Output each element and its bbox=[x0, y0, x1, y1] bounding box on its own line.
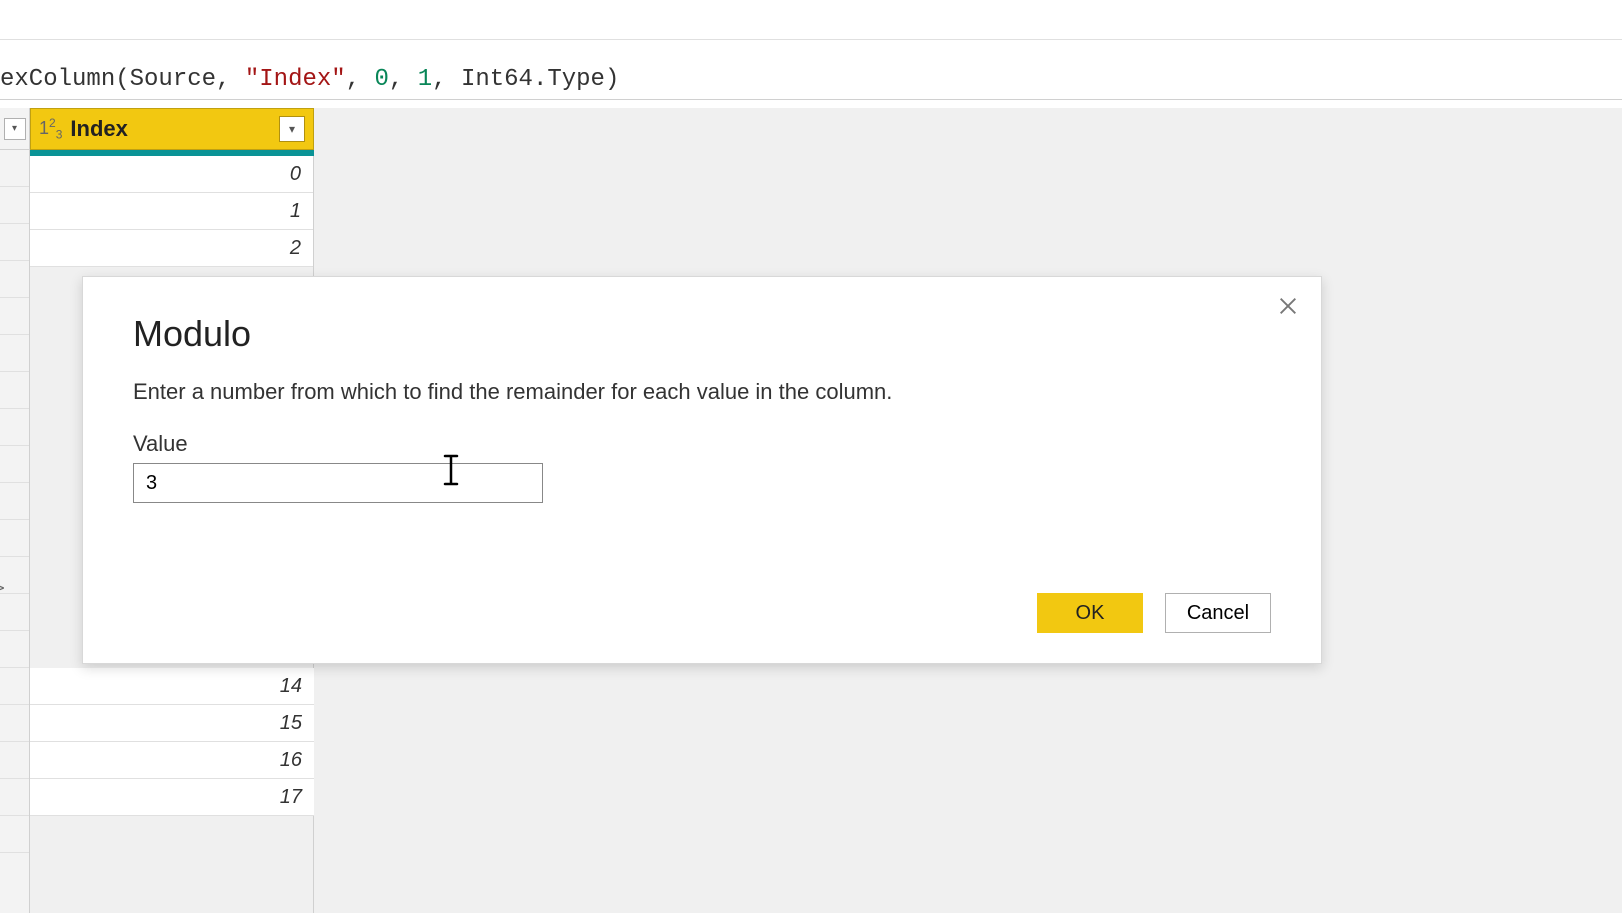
modulo-dialog: Modulo Enter a number from which to find… bbox=[82, 276, 1322, 664]
row-gutter bbox=[0, 483, 29, 520]
row-gutter bbox=[0, 372, 29, 409]
row-gutter bbox=[0, 816, 29, 853]
formula-bar[interactable]: exColumn(Source, "Index", 0, 1, Int64.Ty… bbox=[0, 58, 1622, 100]
number-type-icon: 123 bbox=[39, 116, 62, 142]
data-cell[interactable]: 1 bbox=[30, 193, 313, 230]
row-arrow-icon: > bbox=[0, 578, 5, 597]
column-header-index[interactable]: 123 Index ▾ bbox=[30, 108, 314, 150]
row-gutter bbox=[0, 298, 29, 335]
row-header-corner[interactable]: ▾ bbox=[0, 108, 29, 150]
data-cell[interactable]: 17 bbox=[30, 779, 314, 816]
table-options-dropdown[interactable]: ▾ bbox=[4, 118, 26, 140]
data-cell[interactable]: 2 bbox=[30, 230, 313, 267]
dialog-title: Modulo bbox=[133, 313, 1271, 355]
ok-button[interactable]: OK bbox=[1037, 593, 1143, 633]
formula-text: exColumn(Source, "Index", 0, 1, Int64.Ty… bbox=[0, 66, 619, 93]
row-gutter bbox=[0, 631, 29, 668]
row-gutter bbox=[0, 335, 29, 372]
row-number-column: ▾ bbox=[0, 108, 30, 913]
data-cell[interactable]: 16 bbox=[30, 742, 314, 779]
row-gutter bbox=[0, 594, 29, 631]
row-gutter bbox=[0, 668, 29, 705]
column-filter-dropdown[interactable]: ▾ bbox=[279, 116, 305, 142]
column-name: Index bbox=[70, 116, 279, 142]
data-cells-below: 14 15 16 17 bbox=[30, 668, 314, 816]
window-top-border bbox=[0, 0, 1622, 40]
close-icon bbox=[1277, 295, 1299, 317]
data-cell[interactable]: 0 bbox=[30, 156, 313, 193]
row-gutter bbox=[0, 446, 29, 483]
row-gutter bbox=[0, 742, 29, 779]
dialog-description: Enter a number from which to find the re… bbox=[133, 379, 1271, 405]
row-gutter bbox=[0, 150, 29, 187]
row-gutter bbox=[0, 409, 29, 446]
close-button[interactable] bbox=[1273, 291, 1303, 321]
data-cell[interactable]: 15 bbox=[30, 705, 314, 742]
row-gutter bbox=[0, 520, 29, 557]
value-input[interactable] bbox=[133, 463, 543, 503]
row-gutter bbox=[0, 705, 29, 742]
cancel-button[interactable]: Cancel bbox=[1165, 593, 1271, 633]
data-cell[interactable]: 14 bbox=[30, 668, 314, 705]
row-gutter bbox=[0, 261, 29, 298]
row-gutter bbox=[0, 224, 29, 261]
value-label: Value bbox=[133, 431, 1271, 457]
value-input-wrap bbox=[133, 463, 543, 503]
dialog-button-row: OK Cancel bbox=[1037, 593, 1271, 633]
row-gutter bbox=[0, 779, 29, 816]
row-gutter bbox=[0, 187, 29, 224]
